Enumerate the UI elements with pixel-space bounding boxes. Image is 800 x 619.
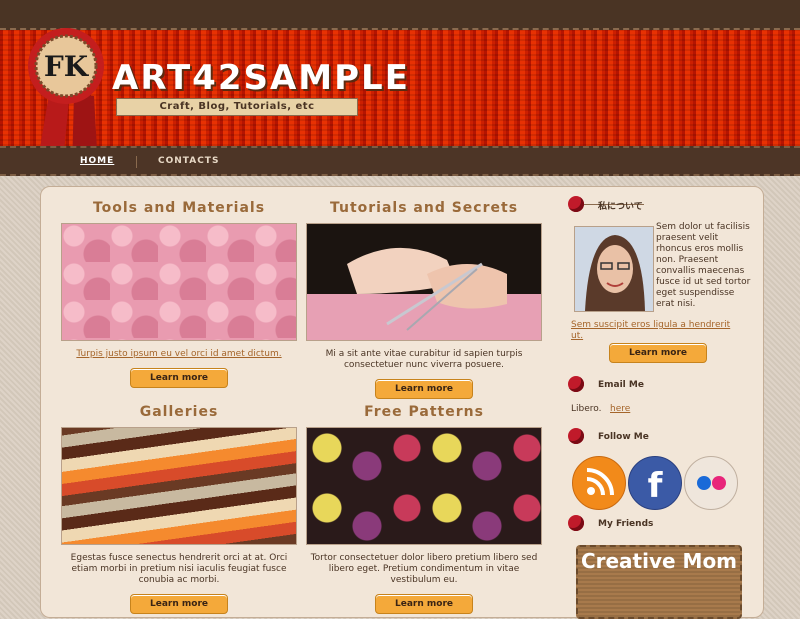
embroidery-pattern-photo[interactable] [306, 427, 542, 545]
site-tagline: Craft, Blog, Tutorials, etc [116, 98, 358, 116]
flickr-icon[interactable] [684, 456, 738, 510]
striped-fabric-photo[interactable] [61, 427, 297, 545]
email-text: Libero. [571, 404, 602, 414]
site-title[interactable]: ART42SAMPLE [112, 58, 410, 98]
card-galleries: Galleries Egestas fusce senectus hendrer… [61, 404, 297, 614]
rss-icon[interactable] [572, 456, 626, 510]
nav-home-link[interactable]: HOME [80, 156, 114, 166]
card-title: Galleries [139, 404, 219, 420]
about-text: Sem dolor ut facilisis praesent velit rh… [656, 222, 751, 309]
learn-more-button[interactable]: Learn more [375, 594, 473, 614]
email-here-link[interactable]: here [610, 404, 630, 415]
woman-portrait-icon [575, 227, 653, 311]
yarn-photo[interactable] [61, 223, 297, 341]
nav-separator [136, 156, 137, 168]
about-heading: 私について [598, 202, 643, 212]
card-description: Egestas fusce senectus hendrerit orci at… [70, 553, 288, 585]
learn-more-button[interactable]: Learn more [130, 368, 228, 388]
learn-more-button[interactable]: Learn more [130, 594, 228, 614]
author-avatar[interactable] [574, 226, 654, 312]
about-learn-more-button[interactable]: Learn more [609, 343, 707, 363]
knitting-hands-icon [307, 247, 541, 340]
card-tools-materials: Tools and Materials Turpis justo ipsum e… [61, 200, 297, 388]
creative-mom-badge[interactable]: Creative Mom [576, 545, 742, 619]
email-heading: Email Me [598, 380, 644, 390]
svg-text:f: f [648, 466, 664, 506]
knitting-photo[interactable] [306, 223, 542, 341]
card-title: Free Patterns [364, 404, 484, 420]
follow-heading: Follow Me [598, 432, 649, 442]
card-title: Tools and Materials [92, 200, 266, 216]
card-description: Mi a sit ante vitae curabitur id sapien … [325, 349, 523, 370]
card-description-link[interactable]: Turpis justo ipsum eu vel orci id amet d… [61, 349, 297, 360]
pushpin-icon [568, 376, 584, 392]
pushpin-icon [568, 428, 584, 444]
pushpin-icon [568, 196, 584, 212]
learn-more-button[interactable]: Learn more [375, 379, 473, 399]
friends-heading: My Friends [598, 519, 654, 529]
about-link[interactable]: Sem suscipit eros ligula a hendrerit ut. [571, 320, 741, 342]
card-description: Tortor consectetuer dolor libero pretium… [310, 553, 538, 585]
card-title: Tutorials and Secrets [329, 200, 519, 216]
card-tutorials-secrets: Tutorials and Secrets Mi a sit ante vita… [306, 200, 542, 399]
card-free-patterns: Free Patterns Tortor consectetuer dolor … [306, 404, 542, 614]
facebook-icon[interactable]: f [628, 456, 682, 510]
nav-contacts-link[interactable]: CONTACTS [158, 156, 219, 166]
main-nav: HOME CONTACTS [0, 146, 800, 176]
logo-letters: FK [44, 50, 90, 83]
pushpin-icon [568, 515, 584, 531]
